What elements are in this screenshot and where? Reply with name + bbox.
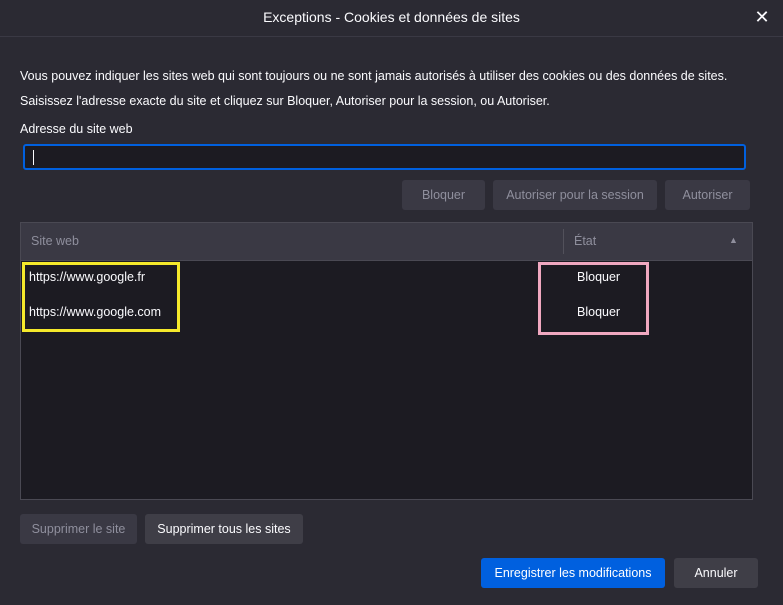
column-header-state[interactable]: État — [574, 234, 596, 248]
dialog-titlebar: Exceptions - Cookies et données de sites… — [0, 0, 783, 37]
remove-site-button[interactable]: Supprimer le site — [20, 514, 137, 544]
sites-highlight-box — [22, 262, 180, 332]
sort-ascending-icon: ▲ — [729, 235, 738, 245]
address-label: Adresse du site web — [20, 122, 133, 136]
column-divider — [563, 229, 564, 254]
dialog-title: Exceptions - Cookies et données de sites — [263, 9, 520, 25]
cancel-button[interactable]: Annuler — [674, 558, 758, 588]
text-caret — [33, 150, 34, 165]
states-highlight-box — [538, 262, 649, 335]
close-icon[interactable]: ✕ — [751, 6, 773, 28]
dialog-description: Vous pouvez indiquer les sites web qui s… — [20, 69, 728, 108]
save-changes-button[interactable]: Enregistrer les modifications — [481, 558, 665, 588]
table-header: Site web État ▲ — [21, 223, 752, 261]
column-header-site[interactable]: Site web — [31, 234, 79, 248]
allow-session-button[interactable]: Autoriser pour la session — [493, 180, 657, 210]
allow-button[interactable]: Autoriser — [665, 180, 750, 210]
remove-all-sites-button[interactable]: Supprimer tous les sites — [145, 514, 303, 544]
address-input[interactable] — [23, 144, 746, 170]
block-button[interactable]: Bloquer — [402, 180, 485, 210]
